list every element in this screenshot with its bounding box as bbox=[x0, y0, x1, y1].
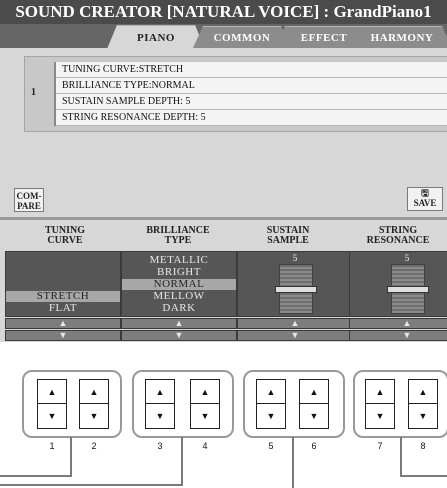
hw-down-arrow-icon[interactable]: ▼ bbox=[191, 404, 219, 428]
save-label: SAVE bbox=[413, 198, 437, 208]
hw-button-6[interactable]: ▲ ▼ bbox=[299, 379, 329, 429]
tab-piano[interactable]: PIANO bbox=[107, 25, 205, 49]
sustain-label-line2: SAMPLE bbox=[267, 235, 309, 246]
hw-up-arrow-icon[interactable]: ▲ bbox=[300, 380, 328, 404]
divider bbox=[0, 217, 447, 220]
info-list: TUNING CURVE:STRETCH BRILLIANCE TYPE:NOR… bbox=[54, 62, 447, 126]
sustain-slider-knob[interactable] bbox=[275, 286, 317, 293]
hw-button-4[interactable]: ▲ ▼ bbox=[190, 379, 220, 429]
hw-button-2[interactable]: ▲ ▼ bbox=[79, 379, 109, 429]
hw-down-arrow-icon[interactable]: ▼ bbox=[146, 404, 174, 428]
tuning-down-arrow-icon[interactable]: ▼ bbox=[5, 330, 121, 341]
hw-button-8[interactable]: ▲ ▼ bbox=[408, 379, 438, 429]
hw-button-7[interactable]: ▲ ▼ bbox=[365, 379, 395, 429]
save-button[interactable]: 🖫 SAVE bbox=[407, 187, 443, 211]
compare-label-line1: COM- bbox=[16, 191, 42, 201]
callout-line bbox=[70, 437, 72, 477]
option-mellow[interactable]: MELLOW bbox=[122, 291, 236, 302]
info-row-tuning: TUNING CURVE:STRETCH bbox=[56, 62, 447, 78]
brilliance-up-arrow-icon[interactable]: ▲ bbox=[121, 318, 237, 329]
brilliance-down-arrow-icon[interactable]: ▼ bbox=[121, 330, 237, 341]
hw-up-arrow-icon[interactable]: ▲ bbox=[257, 380, 285, 404]
resonance-up-arrow-icon[interactable]: ▲ bbox=[349, 318, 447, 329]
page-title: SOUND CREATOR [NATURAL VOICE] : GrandPia… bbox=[0, 0, 447, 24]
hw-down-arrow-icon[interactable]: ▼ bbox=[409, 404, 437, 428]
tab-harmony[interactable]: HARMONY bbox=[352, 26, 447, 48]
compare-label-line2: PARE bbox=[17, 201, 41, 211]
tuning-curve-label: TUNING CURVE bbox=[10, 226, 120, 246]
sustain-down-arrow-icon[interactable]: ▼ bbox=[237, 330, 353, 341]
resonance-slider-knob[interactable] bbox=[387, 286, 429, 293]
info-row-sustain: SUSTAIN SAMPLE DEPTH: 5 bbox=[56, 94, 447, 110]
hw-down-arrow-icon[interactable]: ▼ bbox=[366, 404, 394, 428]
hw-up-arrow-icon[interactable]: ▲ bbox=[38, 380, 66, 404]
parameter-info-panel: 1 TUNING CURVE:STRETCH BRILLIANCE TYPE:N… bbox=[24, 56, 447, 132]
lcd-screen: SOUND CREATOR [NATURAL VOICE] : GrandPia… bbox=[0, 0, 447, 342]
hw-button-number: 1 bbox=[49, 441, 55, 451]
callout-line bbox=[181, 437, 183, 486]
sustain-up-arrow-icon[interactable]: ▲ bbox=[237, 318, 353, 329]
string-resonance-slider[interactable]: 5 bbox=[349, 251, 447, 317]
resonance-value: 5 bbox=[404, 253, 410, 263]
hw-down-arrow-icon[interactable]: ▼ bbox=[300, 404, 328, 428]
hw-up-arrow-icon[interactable]: ▲ bbox=[80, 380, 108, 404]
sustain-value: 5 bbox=[292, 253, 298, 263]
option-flat[interactable]: FLAT bbox=[6, 303, 120, 314]
hw-up-arrow-icon[interactable]: ▲ bbox=[366, 380, 394, 404]
hw-down-arrow-icon[interactable]: ▼ bbox=[38, 404, 66, 428]
hw-up-arrow-icon[interactable]: ▲ bbox=[146, 380, 174, 404]
string-resonance-label: STRING RESONANCE bbox=[343, 226, 447, 246]
tuning-curve-list[interactable]: STRETCH FLAT bbox=[5, 251, 121, 317]
callout-line bbox=[400, 475, 447, 477]
hw-down-arrow-icon[interactable]: ▼ bbox=[257, 404, 285, 428]
hw-button-number: 5 bbox=[268, 441, 274, 451]
compare-button[interactable]: COM- PARE bbox=[14, 188, 44, 212]
tuning-label-line2: CURVE bbox=[47, 235, 83, 246]
tab-common[interactable]: COMMON bbox=[193, 26, 291, 48]
option-stretch[interactable]: STRETCH bbox=[6, 291, 120, 302]
hw-button-5[interactable]: ▲ ▼ bbox=[256, 379, 286, 429]
resonance-label-line2: RESONANCE bbox=[366, 235, 430, 246]
hw-down-arrow-icon[interactable]: ▼ bbox=[80, 404, 108, 428]
callout-line bbox=[292, 437, 294, 488]
resonance-down-arrow-icon[interactable]: ▼ bbox=[349, 330, 447, 341]
hw-up-arrow-icon[interactable]: ▲ bbox=[409, 380, 437, 404]
hw-up-arrow-icon[interactable]: ▲ bbox=[191, 380, 219, 404]
hw-button-number: 6 bbox=[311, 441, 317, 451]
brilliance-type-label: BRILLIANCE TYPE bbox=[123, 226, 233, 246]
info-row-resonance: STRING RESONANCE DEPTH: 5 bbox=[56, 110, 447, 126]
sustain-sample-slider[interactable]: 5 bbox=[237, 251, 353, 317]
info-row-brilliance: BRILLIANCE TYPE:NORMAL bbox=[56, 78, 447, 94]
hw-button-number: 4 bbox=[202, 441, 208, 451]
callout-line bbox=[400, 437, 402, 477]
option-metallic[interactable]: METALLIC bbox=[122, 255, 236, 266]
option-dark[interactable]: DARK bbox=[122, 303, 236, 314]
hw-button-1[interactable]: ▲ ▼ bbox=[37, 379, 67, 429]
brilliance-type-list[interactable]: METALLIC BRIGHT NORMAL MELLOW DARK bbox=[121, 251, 237, 317]
hw-button-number: 2 bbox=[91, 441, 97, 451]
hw-button-number: 7 bbox=[377, 441, 383, 451]
option-normal[interactable]: NORMAL bbox=[122, 279, 236, 290]
hw-button-number: 8 bbox=[420, 441, 426, 451]
save-icon: 🖫 bbox=[421, 188, 429, 198]
callout-line bbox=[0, 475, 72, 477]
tuning-up-arrow-icon[interactable]: ▲ bbox=[5, 318, 121, 329]
option-bright[interactable]: BRIGHT bbox=[122, 267, 236, 278]
callout-line bbox=[0, 484, 183, 486]
hw-button-3[interactable]: ▲ ▼ bbox=[145, 379, 175, 429]
tab-strip: PIANO COMMON EFFECT HARMONY bbox=[0, 24, 447, 48]
info-number: 1 bbox=[31, 87, 36, 98]
brilliance-label-line2: TYPE bbox=[164, 235, 192, 246]
sustain-sample-label: SUSTAIN SAMPLE bbox=[233, 226, 343, 246]
hw-button-number: 3 bbox=[157, 441, 163, 451]
